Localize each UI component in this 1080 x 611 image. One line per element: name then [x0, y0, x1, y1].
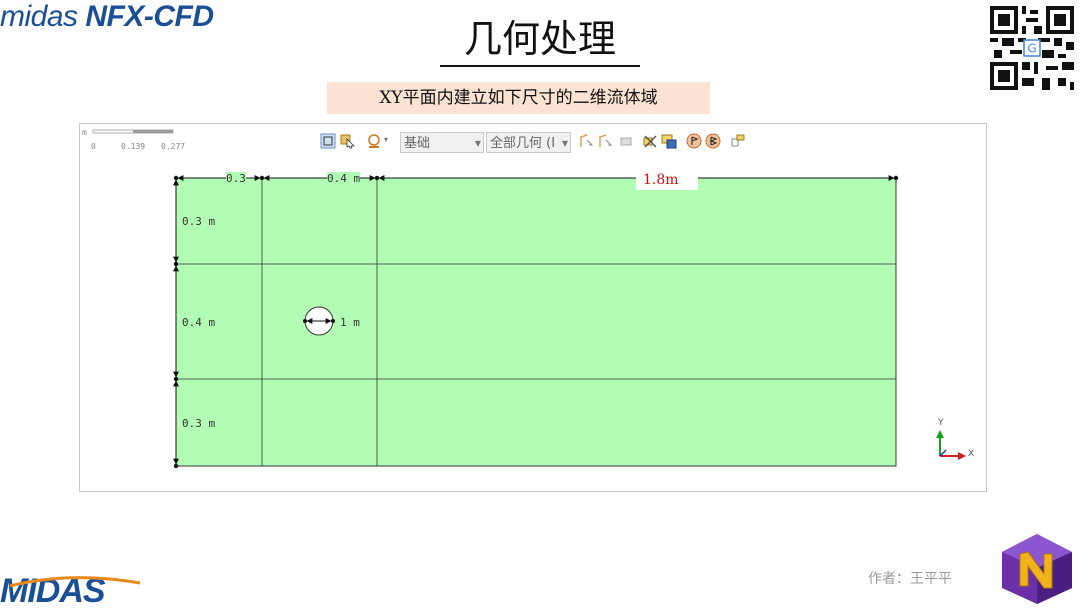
author-credit: 作者：王平平: [868, 571, 952, 587]
dim-label-left-middle: 0.4 m: [182, 316, 216, 329]
logo-swoosh-icon: [9, 576, 141, 587]
axis-triad-icon: [936, 430, 966, 460]
dim-label-total-length: 1.8m: [636, 171, 698, 190]
axis-y-label: Y: [938, 418, 944, 428]
dim-label-top-second: 0.4 m: [327, 172, 361, 185]
dim-label-cylinder: 1 m: [340, 316, 360, 329]
dim-label-left-bottom: 0.3 m: [182, 417, 216, 430]
fluid-domain[interactable]: [175, 177, 897, 467]
nfx-app-icon: [1002, 534, 1072, 604]
dim-label-top-first: 0.3: [226, 172, 246, 185]
dim-label-left-top: 0.3 m: [182, 215, 216, 228]
axis-x-label: X: [968, 449, 975, 459]
fluid-domain-drawing: [173, 175, 966, 469]
